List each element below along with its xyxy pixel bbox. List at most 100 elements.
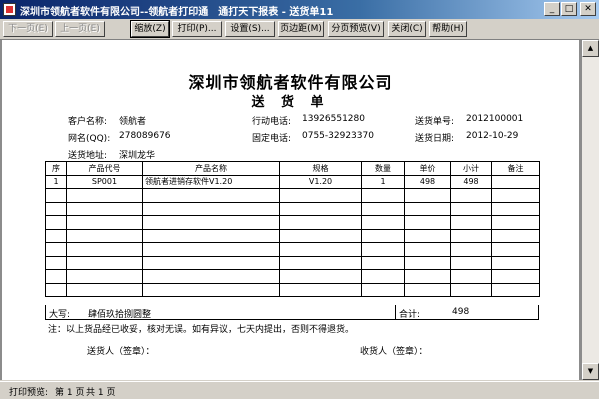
table-header-cell: 序 [45, 161, 67, 176]
table-cell [66, 215, 143, 230]
order-no-label: 送货单号: [415, 117, 455, 127]
table-cell [45, 188, 67, 203]
close-window-button[interactable]: ✕ [580, 2, 596, 16]
table-row-empty [45, 255, 540, 270]
preview-viewport[interactable]: 深圳市领航者软件有限公司 送 货 单 客户名称: 领航者 行动电话: 13926… [0, 40, 582, 380]
table-cell [279, 255, 362, 270]
margins-button[interactable]: 页边距(M) [278, 21, 324, 37]
toolbar: 下一页(E) 上一页(E) 缩放(Z) 打印(P)... 设置(S)... 页边… [0, 19, 599, 40]
table-header-cell: 产品名称 [142, 161, 280, 176]
table-cell: 1 [45, 174, 67, 189]
table-cell: 498 [404, 174, 451, 189]
table-cell [66, 242, 143, 257]
table-cell [404, 215, 451, 230]
table-cell [279, 269, 362, 284]
table-cell [450, 188, 492, 203]
table-row-empty [45, 282, 540, 297]
customer-label: 客户名称: [68, 117, 108, 127]
print-button[interactable]: 打印(P)... [172, 21, 222, 37]
table-cell [45, 255, 67, 270]
table-cell [450, 215, 492, 230]
table-row-empty [45, 228, 540, 243]
table-cell: SP001 [66, 174, 143, 189]
table-cell [491, 215, 540, 230]
table-cell [404, 282, 451, 297]
table-cell [361, 269, 405, 284]
table-cell [404, 228, 451, 243]
close-button[interactable]: 关闭(C) [388, 21, 426, 37]
qq-label: 网名(QQ): [68, 134, 111, 144]
table-cell [279, 215, 362, 230]
table-cell [45, 282, 67, 297]
table-row-empty [45, 215, 540, 230]
maximize-button[interactable]: □ [561, 2, 577, 16]
address-label: 送货地址: [68, 151, 108, 161]
table-cell [142, 188, 280, 203]
paper-page: 深圳市领航者软件有限公司 送 货 单 客户名称: 领航者 行动电话: 13926… [2, 40, 579, 380]
table-cell [361, 282, 405, 297]
daxie-value: 肆佰玖拾捌圆整 [88, 310, 152, 320]
minimize-button[interactable]: _ [544, 2, 560, 16]
sum-value: 498 [452, 307, 470, 317]
scroll-up-icon[interactable]: ▲ [582, 40, 599, 57]
table-cell [66, 188, 143, 203]
status-mode: 打印预览: [9, 388, 49, 398]
table-cell [66, 282, 143, 297]
table-cell [279, 242, 362, 257]
table-cell [279, 201, 362, 216]
table-cell [45, 201, 67, 216]
daxie-label: 大写: [49, 310, 71, 320]
table-cell [45, 269, 67, 284]
table-cell [279, 188, 362, 203]
status-bar: 打印预览: 第 1 页 共 1 页 [0, 381, 599, 399]
table-cell [404, 201, 451, 216]
table-cell [491, 269, 540, 284]
page-preview-button[interactable]: 分页预览(V) [328, 21, 384, 37]
date-label: 送货日期: [415, 134, 455, 144]
settings-button[interactable]: 设置(S)... [225, 21, 275, 37]
table-cell [45, 242, 67, 257]
table-cell: V1.20 [279, 174, 362, 189]
table-cell [491, 228, 540, 243]
window-title: 深圳市领航者软件有限公司--领航者打印通 通打天下报表 - 送货单11 [20, 7, 334, 18]
next-page-button[interactable]: 下一页(E) [3, 21, 53, 37]
table-cell [404, 255, 451, 270]
table-header-cell: 单价 [404, 161, 451, 176]
table-cell [45, 228, 67, 243]
help-button[interactable]: 帮助(H) [429, 21, 467, 37]
table-header-cell: 小计 [450, 161, 492, 176]
zoom-button[interactable]: 缩放(Z) [130, 20, 170, 38]
sum-label: 合计: [399, 310, 421, 320]
vertical-scrollbar[interactable]: ▲ ▼ [582, 40, 599, 380]
scroll-down-icon[interactable]: ▼ [582, 363, 599, 380]
table-cell [66, 255, 143, 270]
app-icon [3, 3, 16, 16]
table-cell [450, 269, 492, 284]
table-cell [491, 201, 540, 216]
total-divider [395, 305, 396, 319]
table-cell [66, 269, 143, 284]
phone-label: 固定电话: [252, 134, 292, 144]
table-header-row: 序产品代号 产品名称 规格 数量 单价 小计 备注 [45, 161, 540, 176]
table-row: 1 SP001 领航者进销存软件V1.20 V1.20 1 498 498 [45, 174, 540, 189]
goods-table: 序产品代号 产品名称 规格 数量 单价 小计 备注 1 SP001 领航者进销存软件V1.20 V… [45, 161, 540, 297]
table-cell [142, 228, 280, 243]
table-cell [142, 215, 280, 230]
prev-page-button[interactable]: 上一页(E) [55, 21, 105, 37]
table-header-cell: 数量 [361, 161, 405, 176]
form-title: 送 货 单 [251, 95, 330, 110]
table-cell [142, 269, 280, 284]
table-cell [404, 269, 451, 284]
address-value: 深圳龙华 [119, 151, 156, 161]
table-cell [45, 215, 67, 230]
status-total: 共 1 页 [86, 388, 116, 398]
table-cell [450, 282, 492, 297]
title-bar: 深圳市领航者软件有限公司--领航者打印通 通打天下报表 - 送货单11 _ □ … [0, 0, 599, 19]
table-cell [142, 201, 280, 216]
status-page: 第 1 页 [55, 388, 85, 398]
table-cell [404, 242, 451, 257]
table-row-empty [45, 269, 540, 284]
customer-value: 领航者 [119, 117, 147, 127]
table-cell [450, 201, 492, 216]
table-cell [491, 174, 540, 189]
